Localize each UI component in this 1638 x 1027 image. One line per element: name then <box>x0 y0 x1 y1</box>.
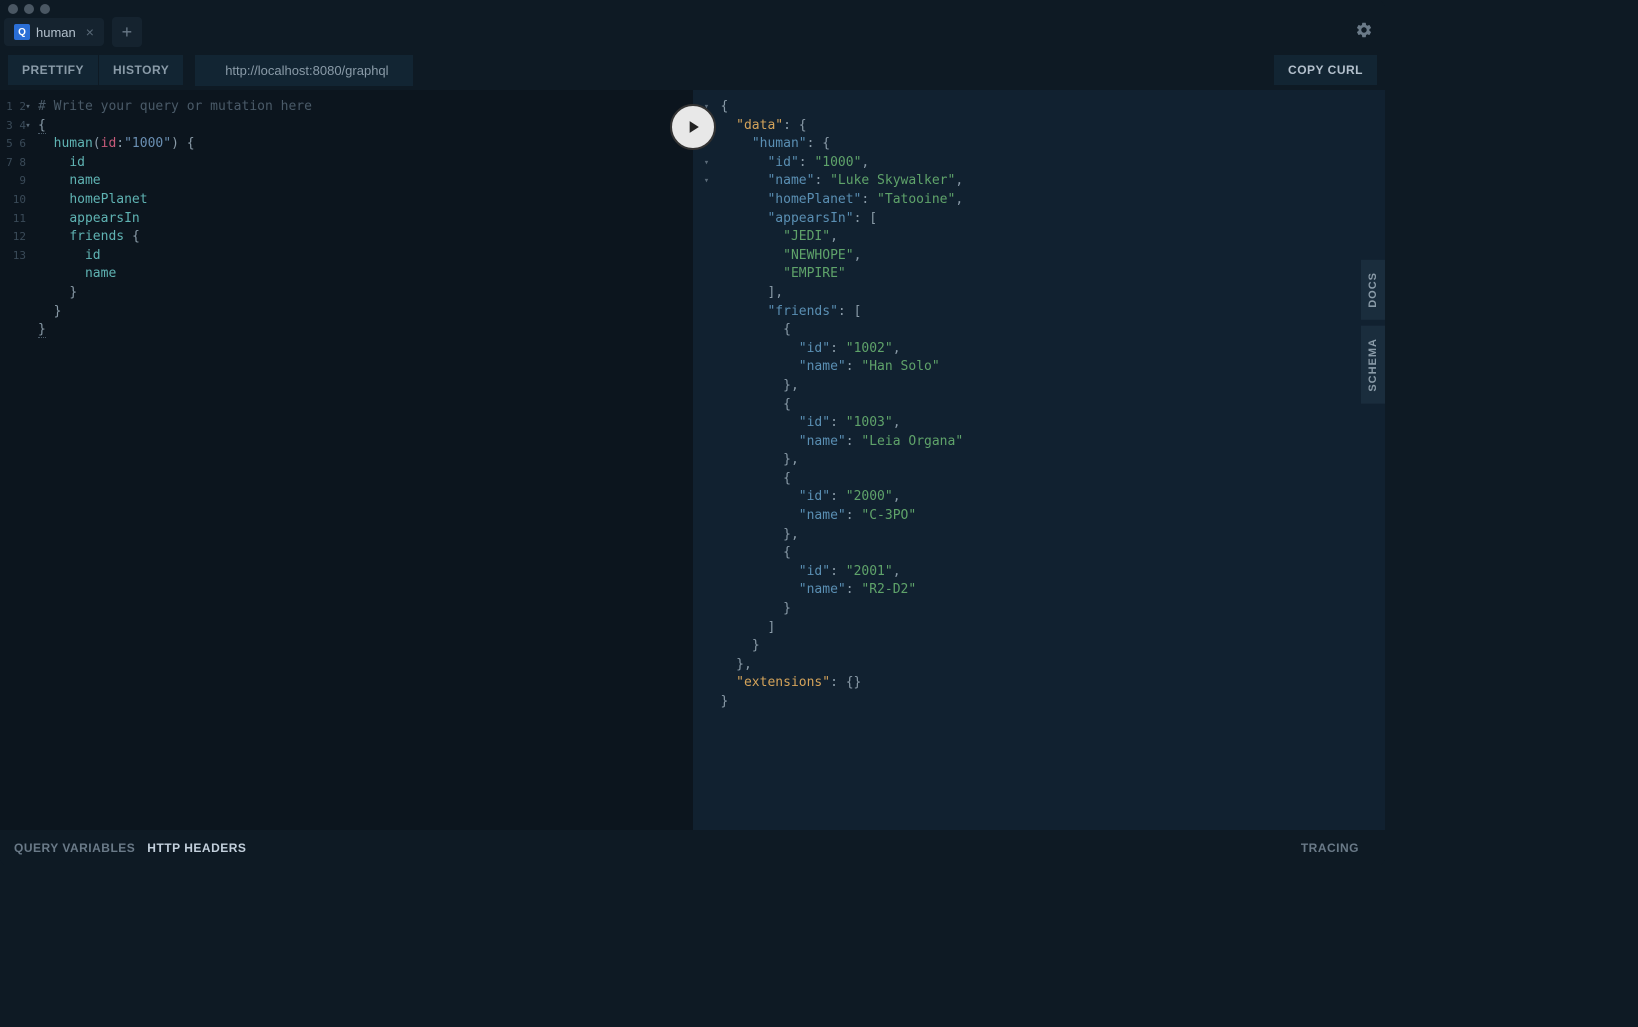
docs-tab[interactable]: DOCS <box>1361 260 1385 320</box>
tab-human[interactable]: Q human × <box>4 18 104 46</box>
tab-bar: Q human × + <box>0 14 1385 50</box>
traffic-max[interactable] <box>40 4 50 14</box>
tab-icon: Q <box>14 24 30 40</box>
tab-label: human <box>36 25 76 40</box>
add-tab-button[interactable]: + <box>112 17 142 47</box>
schema-tab[interactable]: SCHEMA <box>1361 326 1385 404</box>
traffic-close[interactable] <box>8 4 18 14</box>
footer: QUERY VARIABLES HTTP HEADERS TRACING <box>0 830 1385 866</box>
history-button[interactable]: HISTORY <box>99 55 183 85</box>
prettify-button[interactable]: PRETTIFY <box>8 55 98 85</box>
traffic-min[interactable] <box>24 4 34 14</box>
fold-gutter: ▾ ▾ <box>22 90 34 135</box>
query-code[interactable]: # Write your query or mutation here { hu… <box>0 90 693 340</box>
gear-icon[interactable] <box>1355 21 1373 44</box>
close-icon[interactable]: × <box>86 24 94 40</box>
result-json[interactable]: { "data": { "human": { "id": "1000", "na… <box>693 90 1386 712</box>
query-variables-tab[interactable]: QUERY VARIABLES <box>14 841 135 855</box>
side-tabs: DOCS SCHEMA <box>1361 260 1385 409</box>
app-window: Q human × + PRETTIFY HISTORY COPY CURL 1… <box>0 0 1385 866</box>
query-editor[interactable]: 1 2 3 4 5 6 7 8 9 10 11 12 13 ▾ ▾ # Writ… <box>0 90 693 830</box>
http-headers-tab[interactable]: HTTP HEADERS <box>147 841 246 855</box>
result-pane: ▾ ▾ ▾ ▾ ▾ { "data": { "human": { "id": "… <box>693 90 1386 830</box>
copy-curl-button[interactable]: COPY CURL <box>1274 55 1377 85</box>
window-titlebar <box>0 0 1385 14</box>
endpoint-url-input[interactable] <box>195 55 413 86</box>
main-area: 1 2 3 4 5 6 7 8 9 10 11 12 13 ▾ ▾ # Writ… <box>0 90 1385 830</box>
tracing-tab[interactable]: TRACING <box>1301 841 1359 855</box>
execute-button[interactable] <box>670 104 716 150</box>
toolbar: PRETTIFY HISTORY COPY CURL <box>0 50 1385 90</box>
